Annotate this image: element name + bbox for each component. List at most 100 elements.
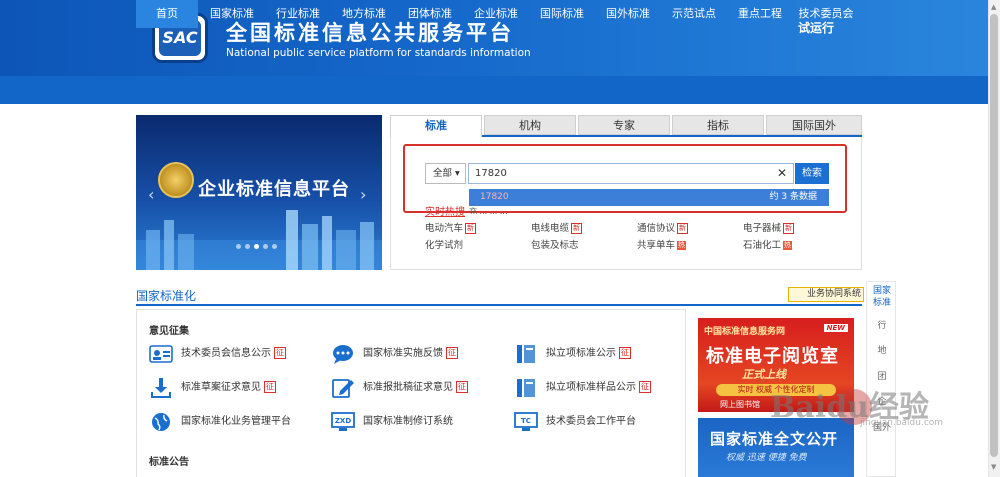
nav-item-local[interactable]: 地方标准 <box>333 0 395 28</box>
suggestion-count: 约 3 条数据 <box>769 192 817 202</box>
side-item-industry[interactable]: 行 <box>867 318 897 331</box>
nav-item-enterprise[interactable]: 企业标准 <box>465 0 527 28</box>
carousel-dot[interactable] <box>263 244 268 249</box>
nav-item-international[interactable]: 国际标准 <box>531 0 593 28</box>
side-nav: 国家标准 行 地 团 企 国外 <box>866 281 896 477</box>
new-badge: 新 <box>677 223 689 234</box>
carousel-dot-active[interactable] <box>254 244 259 249</box>
search-input[interactable]: 17820 <box>468 163 794 184</box>
tab-international[interactable]: 国际国外 <box>766 115 862 135</box>
nav-item-foreign[interactable]: 国外标准 <box>597 0 659 28</box>
hot-item[interactable]: 通信协议新 <box>637 220 689 234</box>
scope-label: 全部 <box>433 168 453 179</box>
link-label: 国家标准制修订系统 <box>363 416 453 427</box>
section-divider <box>136 304 862 306</box>
link-label: 技术委员会信息公示 <box>181 348 271 359</box>
nav-item-tech-committee[interactable]: 技术委员会 <box>794 0 858 28</box>
nav-item-industry[interactable]: 行业标准 <box>267 0 329 28</box>
search-tabs: 标准 机构 专家 指标 国际国外 <box>390 115 862 137</box>
close-icon[interactable]: ✕ <box>777 166 787 180</box>
scroll-down-icon[interactable]: ▼ <box>991 463 996 471</box>
book-icon <box>517 345 535 363</box>
baidu-watermark-url: jingyan.baidu.com <box>860 418 944 428</box>
solicit-badge: 征 <box>446 347 458 359</box>
suggestion-underflow: 充 ... ... ... <box>469 207 508 214</box>
section-title: 国家标准化 <box>136 289 197 303</box>
chevron-left-icon[interactable]: ‹ <box>148 185 154 204</box>
link-approval-comments[interactable]: 标准报批稿征求意见征 <box>331 377 468 399</box>
suggestion-keyword: 17820 <box>480 192 509 202</box>
hot-item[interactable]: 石油化工热 <box>743 237 793 251</box>
ad-site-name: 中国标准信息服务网 <box>704 327 786 337</box>
business-collab-button[interactable]: 业务协同系统 <box>788 287 864 302</box>
link-implementation-feedback[interactable]: 国家标准实施反馈征 <box>331 343 458 365</box>
side-item-local[interactable]: 地 <box>867 343 897 356</box>
suggestion-item[interactable]: 17820 约 3 条数据 <box>469 189 829 206</box>
id-card-icon <box>149 345 173 363</box>
side-item-group[interactable]: 团 <box>867 369 897 382</box>
search-button[interactable]: 检索 <box>795 163 829 184</box>
chat-bubble-icon <box>333 345 353 364</box>
chevron-right-icon[interactable]: › <box>360 185 366 204</box>
hot-item[interactable]: 电线电缆新 <box>531 220 583 234</box>
hot-item-label: 电动汽车 <box>425 223 464 234</box>
scope-dropdown[interactable]: 全部 ▾ <box>425 163 466 184</box>
link-proposed-standards[interactable]: 拟立项标准公示征 <box>514 343 631 365</box>
city-skyline-graphic <box>136 210 382 270</box>
hot-item-label: 化学试剂 <box>425 240 464 251</box>
side-item-national[interactable]: 国家标准 <box>867 285 897 309</box>
carousel-dot[interactable] <box>245 244 250 249</box>
announce-heading: 标准公告 <box>149 457 189 468</box>
link-committee-info[interactable]: 技术委员会信息公示征 <box>149 343 286 365</box>
hot-item[interactable]: 电子器械新 <box>743 220 795 234</box>
carousel-dot[interactable] <box>236 244 241 249</box>
scrollbar-thumb[interactable] <box>990 14 998 457</box>
link-label: 标准报批稿征求意见 <box>363 382 453 393</box>
link-committee-platform[interactable]: TC 技术委员会工作平台 <box>514 411 636 433</box>
hot-item[interactable]: 包装及标志 <box>531 237 579 251</box>
solicit-badge: 征 <box>456 381 468 393</box>
nav-item-group[interactable]: 团体标准 <box>399 0 461 28</box>
link-label: 技术委员会工作平台 <box>546 416 636 427</box>
ad-launch: 正式上线 <box>742 368 786 381</box>
solicit-badge: 征 <box>264 381 276 393</box>
new-badge: 新 <box>783 223 795 234</box>
hot-item[interactable]: 化学试剂 <box>425 237 463 251</box>
nav-item-key-projects[interactable]: 重点工程 <box>729 0 791 28</box>
tab-organizations[interactable]: 机构 <box>484 115 576 135</box>
new-badge: 新 <box>571 223 583 234</box>
hot-item-label: 石油化工 <box>743 240 782 251</box>
ad-footer: 网上图书馆 <box>720 400 760 409</box>
tab-standards[interactable]: 标准 <box>390 115 482 137</box>
hot-item[interactable]: 电动汽车新 <box>425 220 477 234</box>
hot-item-label: 电线电缆 <box>531 223 570 234</box>
download-icon <box>151 378 171 398</box>
site-subtitle: National public service platform for sta… <box>226 47 531 59</box>
hot-item-label: 包装及标志 <box>531 240 579 251</box>
link-label: 标准草案征求意见 <box>181 382 261 393</box>
link-draft-comments[interactable]: 标准草案征求意见征 <box>149 377 276 399</box>
edit-icon <box>332 379 354 398</box>
solicit-badge: 征 <box>274 347 286 359</box>
scroll-up-icon[interactable]: ▲ <box>991 3 996 11</box>
svg-text:TC: TC <box>521 417 531 425</box>
national-emblem-icon <box>158 162 194 198</box>
tab-indicators[interactable]: 指标 <box>672 115 764 135</box>
nav-item-pilot[interactable]: 示范试点 <box>663 0 725 28</box>
nav-item-national[interactable]: 国家标准 <box>201 0 263 28</box>
caret-down-icon: ▾ <box>455 168 460 179</box>
hot-item-label: 共享单车 <box>637 240 676 251</box>
link-label: 国家标准实施反馈 <box>363 348 443 359</box>
monitor-icon: TC <box>514 412 538 431</box>
link-business-platform[interactable]: 国家标准化业务管理平台 <box>149 411 291 433</box>
link-revision-system[interactable]: ZXD 国家标准制修订系统 <box>331 411 453 433</box>
nav-item-home[interactable]: 首页 <box>136 0 198 28</box>
opinion-heading: 意见征集 <box>149 326 189 337</box>
tab-experts[interactable]: 专家 <box>578 115 670 135</box>
carousel-dot[interactable] <box>272 244 277 249</box>
hot-item-label: 电子器械 <box>743 223 782 234</box>
hot-item[interactable]: 共享单车热 <box>637 237 687 251</box>
link-proposed-samples[interactable]: 拟立项标准样品公示征 <box>514 377 651 399</box>
solicit-badge: 征 <box>619 347 631 359</box>
book-icon <box>517 379 535 397</box>
